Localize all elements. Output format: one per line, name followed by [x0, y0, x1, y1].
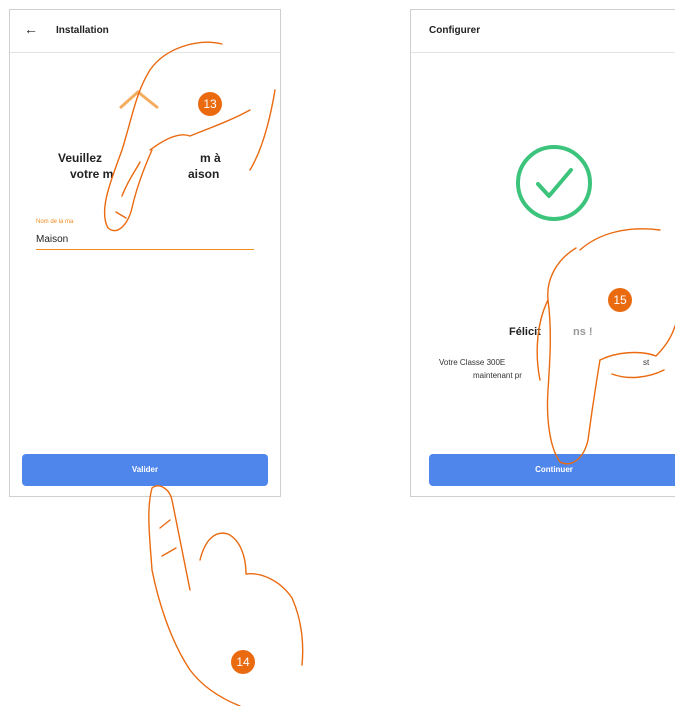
hand-illustrations — [103, 41, 675, 706]
step-badge-14: 14 — [231, 650, 255, 674]
hand-14-icon — [148, 485, 304, 706]
step-badge-15: 15 — [608, 288, 632, 312]
hand-15-icon — [536, 228, 675, 465]
hand-13-icon — [103, 41, 276, 232]
step-badge-13: 13 — [198, 92, 222, 116]
